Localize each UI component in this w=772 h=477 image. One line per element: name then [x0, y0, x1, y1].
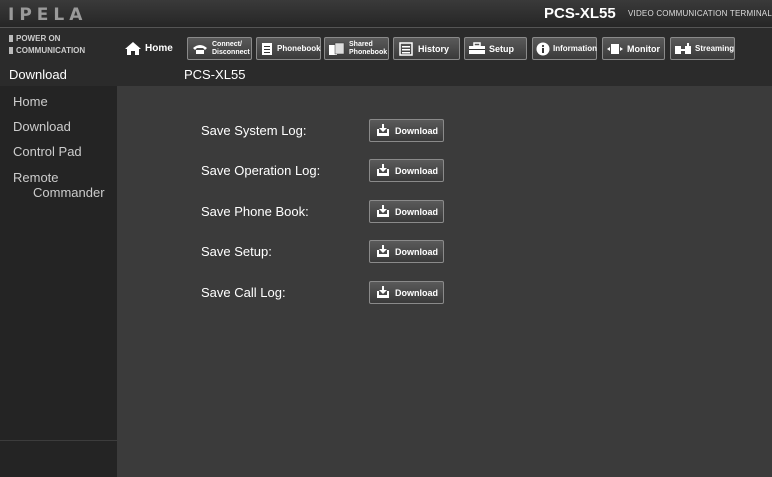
streaming-button[interactable]: Streaming — [670, 37, 735, 60]
download-icon — [376, 205, 390, 218]
download-icon — [376, 164, 390, 177]
history-label: History — [418, 43, 450, 54]
shared-label-line2: Phonebook — [349, 48, 388, 56]
shared-phonebook-icon — [328, 42, 346, 56]
shared-label-line1: Shared — [349, 40, 373, 48]
telephone-icon — [191, 42, 209, 56]
download-icon — [376, 124, 390, 137]
shared-phonebook-button[interactable]: Shared Phonebook — [324, 37, 389, 60]
save-operation-log-label: Save Operation Log: — [201, 163, 321, 178]
save-system-log-label: Save System Log: — [201, 123, 307, 138]
information-button[interactable]: Information — [532, 37, 597, 60]
communication-indicator-icon — [9, 47, 13, 54]
save-phone-book-label: Save Phone Book: — [201, 204, 309, 219]
communication-status: COMMUNICATION — [9, 46, 85, 55]
download-label: Download — [395, 125, 438, 136]
sidebar-item-control-pad[interactable]: Control Pad — [13, 144, 82, 159]
save-call-log-label: Save Call Log: — [201, 285, 286, 300]
download-call-log-button[interactable]: Download — [369, 281, 444, 304]
remote-commander-label-line1: Remote — [13, 170, 59, 185]
page-title: Download — [9, 67, 67, 82]
download-icon — [376, 245, 390, 258]
download-label: Download — [395, 206, 438, 217]
download-label: Download — [395, 287, 438, 298]
streaming-label: Streaming — [695, 44, 735, 53]
download-icon — [376, 286, 390, 299]
sidebar-item-remote-commander[interactable]: Remote Commander — [13, 170, 105, 200]
monitor-icon — [606, 42, 624, 56]
monitor-label: Monitor — [627, 43, 660, 54]
toolbar: POWER ON COMMUNICATION Home Connect/Disc… — [0, 28, 772, 66]
download-system-log-button[interactable]: Download — [369, 119, 444, 142]
power-status: POWER ON — [9, 34, 60, 43]
connect-label-line1: Connect/ — [212, 40, 242, 48]
power-status-label: POWER ON — [16, 34, 61, 43]
history-button[interactable]: History — [393, 37, 460, 60]
home-label: Home — [145, 43, 173, 54]
home-button[interactable]: Home — [124, 37, 173, 60]
info-icon — [536, 42, 550, 56]
communication-status-label: COMMUNICATION — [16, 46, 86, 55]
streaming-icon — [674, 42, 692, 56]
model-name: PCS-XL55 — [544, 5, 616, 22]
monitor-button[interactable]: Monitor — [602, 37, 665, 60]
brand-bar: IPELA PCS-XL55 VIDEO COMMUNICATION TERMI… — [0, 0, 772, 28]
download-operation-log-button[interactable]: Download — [369, 159, 444, 182]
download-label: Download — [395, 246, 438, 257]
toolbox-icon — [468, 42, 486, 56]
history-icon — [397, 41, 415, 56]
device-name: PCS-XL55 — [184, 67, 246, 82]
connect-label-line2: Disconnect — [212, 48, 250, 56]
setup-label: Setup — [489, 43, 515, 54]
main-content: Save System Log: Download Save Operation… — [117, 86, 772, 477]
phonebook-button[interactable]: Phonebook — [256, 37, 321, 60]
house-icon — [124, 42, 142, 56]
save-setup-label: Save Setup: — [201, 244, 272, 259]
phonebook-label: Phonebook — [277, 44, 321, 53]
information-label: Information — [553, 44, 597, 53]
download-setup-button[interactable]: Download — [369, 240, 444, 263]
download-phone-book-button[interactable]: Download — [369, 200, 444, 223]
product-subtitle: VIDEO COMMUNICATION TERMINAL — [628, 9, 772, 18]
power-indicator-icon — [9, 35, 13, 42]
connect-disconnect-button[interactable]: Connect/Disconnect — [187, 37, 252, 60]
download-label: Download — [395, 165, 438, 176]
sidebar-item-download[interactable]: Download — [13, 119, 71, 134]
remote-commander-label-line2: Commander — [33, 185, 105, 200]
title-strip: Download PCS-XL55 — [0, 66, 772, 86]
ipela-logo: IPELA — [8, 5, 88, 25]
phonebook-icon — [260, 42, 274, 56]
setup-button[interactable]: Setup — [464, 37, 527, 60]
sidebar: Home Download Control Pad Remote Command… — [0, 86, 117, 477]
sidebar-item-home[interactable]: Home — [13, 94, 48, 109]
sidebar-divider — [0, 440, 117, 441]
